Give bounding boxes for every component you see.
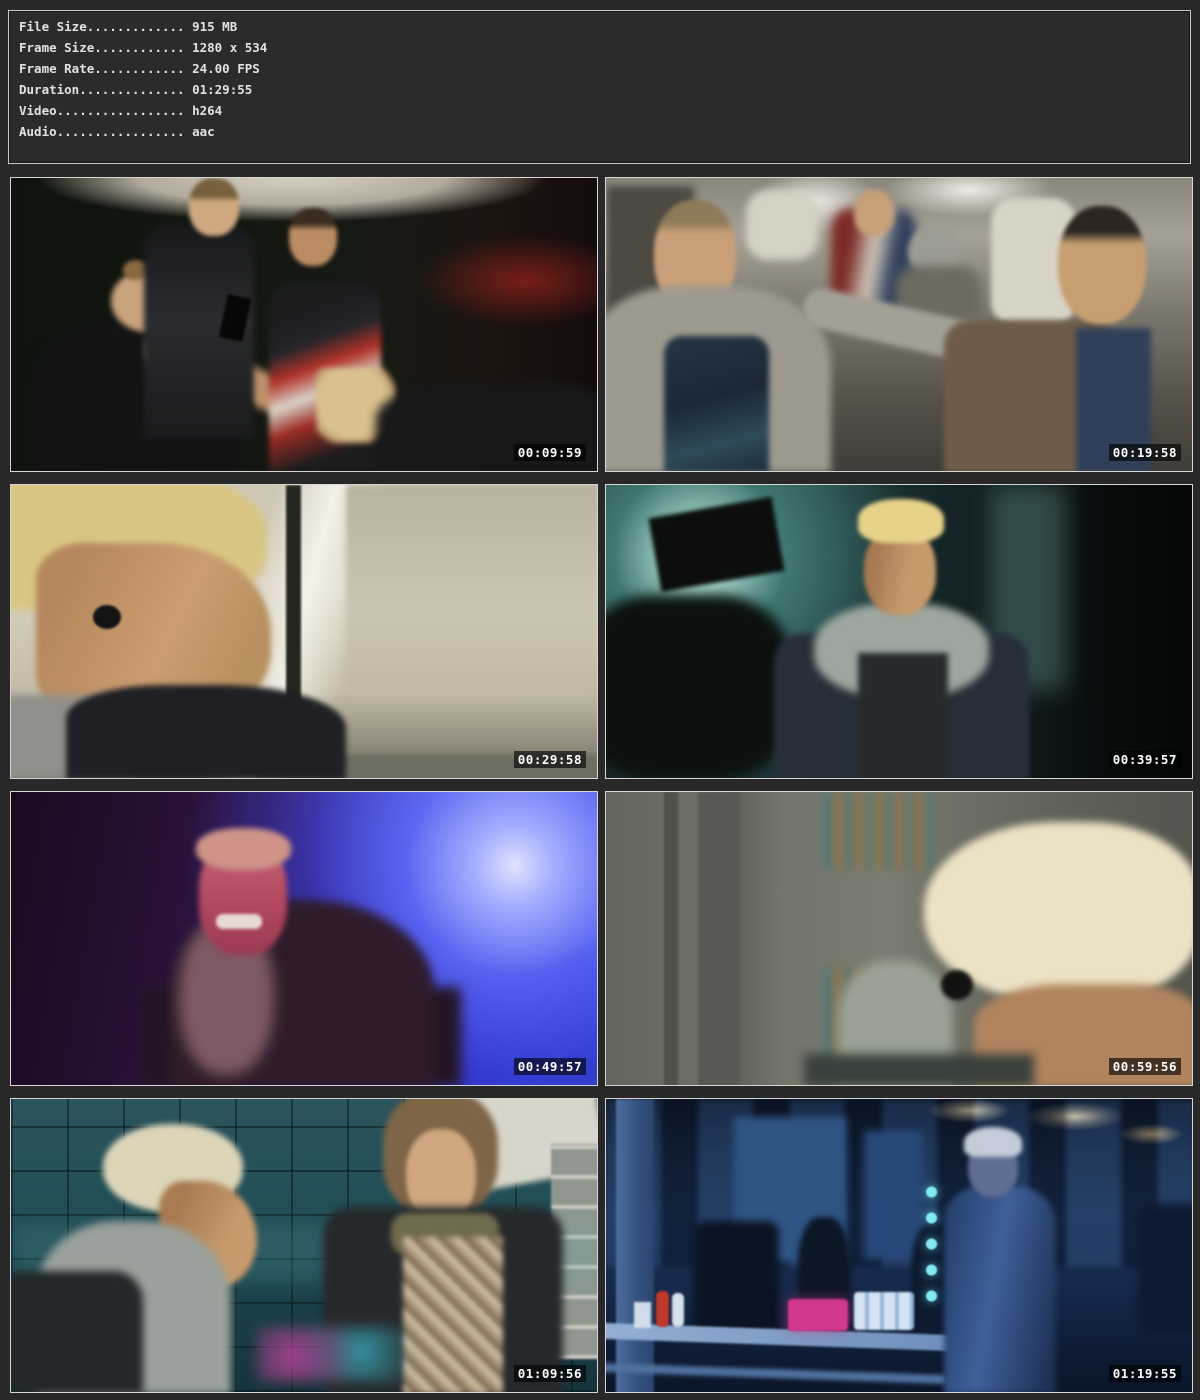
earbud-shape xyxy=(93,605,121,629)
water-bottles-shape xyxy=(854,1292,914,1330)
screenshot-4: 00:39:57 xyxy=(605,484,1193,779)
screenshot-1: 00:09:59 xyxy=(10,177,598,472)
info-value: h264 xyxy=(192,103,222,118)
screenshot-6: 00:59:56 xyxy=(605,791,1193,1086)
info-dots: ................. xyxy=(57,124,185,139)
info-value: 1280 x 534 xyxy=(192,40,267,55)
screenshot-7: 01:09:56 xyxy=(10,1098,598,1393)
dark-equipment-shape xyxy=(694,1221,779,1336)
blond-hair-shape xyxy=(858,499,944,543)
door-frame-shape xyxy=(698,792,740,1086)
info-label: Audio xyxy=(19,124,57,139)
hair-shape xyxy=(196,828,291,870)
blurred-window-shape xyxy=(346,485,598,695)
timestamp: 01:09:56 xyxy=(514,1365,586,1382)
info-row-frame-size: Frame Size............ 1280 x 534 xyxy=(19,37,1190,58)
info-dots: ............ xyxy=(94,61,184,76)
screenshot-2: 00:19:58 xyxy=(605,177,1193,472)
info-row-duration: Duration.............. 01:29:55 xyxy=(19,79,1190,100)
info-label: Frame Size xyxy=(19,40,94,55)
info-dots: ................. xyxy=(57,103,185,118)
bench-shape xyxy=(605,1363,946,1384)
media-info-panel: File Size............. 915 MB Frame Size.… xyxy=(8,10,1191,164)
cup-shape xyxy=(634,1302,651,1328)
info-label: Video xyxy=(19,103,57,118)
car-silhouette xyxy=(1138,1204,1193,1334)
info-row-frame-rate: Frame Rate............ 24.00 FPS xyxy=(19,58,1190,79)
info-value: 24.00 FPS xyxy=(192,61,260,76)
info-row-file-size: File Size............. 915 MB xyxy=(19,16,1190,37)
patterned-shirt-shape xyxy=(664,336,769,472)
person-head-shape xyxy=(189,178,239,236)
screenshot-sheet-page: File Size............. 915 MB Frame Size.… xyxy=(0,0,1200,1400)
person-head-shape xyxy=(289,208,337,266)
person-head-shape xyxy=(1058,206,1146,324)
door-frame-shape xyxy=(664,792,678,1086)
patterned-sweater-shape xyxy=(403,1237,503,1393)
jacket-shape xyxy=(66,685,346,779)
jacket-shape xyxy=(10,1271,143,1393)
info-label: Duration xyxy=(19,82,79,97)
cyan-dot-lights xyxy=(924,1179,939,1307)
info-label: Frame Rate xyxy=(19,61,94,76)
pink-box-shape xyxy=(788,1299,848,1331)
motorcycle-silhouette xyxy=(605,595,791,779)
timestamp: 01:19:55 xyxy=(1109,1365,1181,1382)
info-value: aac xyxy=(192,124,215,139)
bottle-shape xyxy=(672,1293,684,1327)
blue-pillar xyxy=(616,1099,654,1393)
info-row-video: Video................. h264 xyxy=(19,100,1190,121)
person-head-shape xyxy=(854,190,894,236)
info-value: 915 MB xyxy=(192,19,237,34)
screenshot-5: 00:49:57 xyxy=(10,791,598,1086)
info-row-audio: Audio................. aac xyxy=(19,121,1190,142)
info-dots: .............. xyxy=(79,82,184,97)
tee-shape xyxy=(858,653,948,779)
jacket-shape xyxy=(804,1054,1034,1086)
timestamp: 00:59:56 xyxy=(1109,1058,1181,1075)
blurred-lights xyxy=(256,1327,406,1382)
headrest-shape xyxy=(746,190,818,260)
zigzag-panel xyxy=(824,792,936,870)
timestamp: 00:29:58 xyxy=(514,751,586,768)
lit-hair-shape xyxy=(964,1127,1022,1157)
grimace-teeth-shape xyxy=(216,914,262,929)
info-dots: ............. xyxy=(87,19,185,34)
timestamp: 00:39:57 xyxy=(1109,751,1181,768)
info-dots: ............ xyxy=(94,40,184,55)
screenshot-8: 01:19:55 xyxy=(605,1098,1193,1393)
info-value: 01:29:55 xyxy=(192,82,252,97)
lit-doorway xyxy=(864,1131,922,1259)
ketchup-bottle-shape xyxy=(656,1291,669,1327)
timestamp: 00:19:58 xyxy=(1109,444,1181,461)
screenshot-grid: 00:09:59 00:19:58 xyxy=(10,177,1193,1393)
timestamp: 00:09:59 xyxy=(514,444,586,461)
blue-lit-jacket-figure xyxy=(944,1187,1056,1393)
timestamp: 00:49:57 xyxy=(514,1058,586,1075)
dark-flag-shape xyxy=(648,497,784,593)
earbud-shape xyxy=(941,970,973,1000)
info-label: File Size xyxy=(19,19,87,34)
screenshot-3: 00:29:58 xyxy=(10,484,598,779)
